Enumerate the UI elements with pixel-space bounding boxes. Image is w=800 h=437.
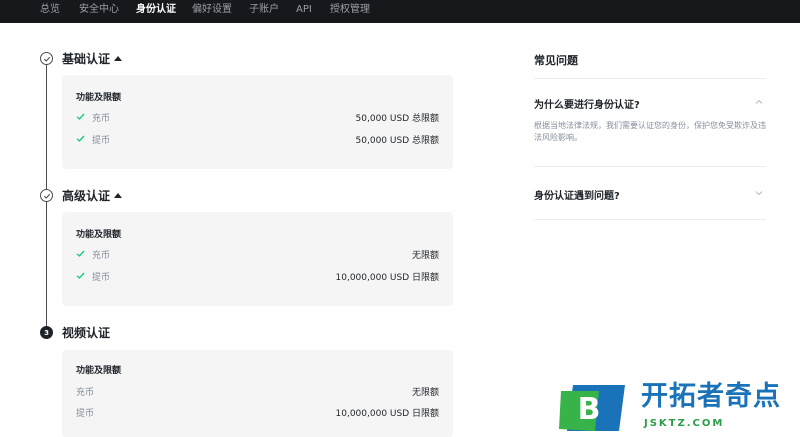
nav-item-security-center[interactable]: 安全中心: [79, 3, 119, 17]
check-icon: [76, 250, 85, 257]
step-number-badge: 3: [40, 326, 53, 339]
card-heading: 功能及限额: [76, 366, 122, 376]
nav-item-identity-verification[interactable]: 身份认证: [136, 3, 176, 17]
faq-question-why-verify[interactable]: 为什么要进行身份认证?: [534, 96, 640, 111]
faq-divider: [534, 78, 766, 79]
row-label-deposit: 充币: [92, 114, 111, 124]
check-icon: [76, 272, 85, 279]
faq-answer-why-verify: 根据当地法律法规，我们需要认证您的身份，保护您免受欺诈及违法风险影响。: [534, 121, 766, 142]
row-label-withdraw: 提币: [92, 136, 111, 146]
section-title-video: 视频认证: [62, 326, 111, 340]
faq-title: 常见问题: [534, 54, 578, 67]
section-title-basic: 基础认证: [62, 52, 111, 66]
card-heading: 功能及限额: [76, 230, 122, 240]
row-value-withdraw: 50,000 USD 总限额: [355, 136, 439, 146]
row-value-withdraw: 10,000,000 USD 日限额: [335, 273, 439, 283]
nav-item-api[interactable]: API: [296, 3, 312, 17]
section-title-advanced: 高级认证: [62, 189, 111, 203]
card-heading: 功能及限额: [76, 93, 122, 103]
chevron-down-icon[interactable]: [754, 188, 764, 198]
limits-card-basic: 功能及限额 充币 50,000 USD 总限额 提币 50,000 USD 总限…: [62, 75, 453, 169]
collapse-caret-icon[interactable]: [114, 193, 122, 198]
nav-item-sub-accounts[interactable]: 子账户: [249, 3, 279, 17]
chevron-up-icon[interactable]: [754, 97, 764, 107]
row-label-deposit: 充币: [92, 251, 111, 261]
row-label-withdraw: 提币: [76, 409, 95, 419]
step-complete-icon: [40, 52, 53, 65]
nav-item-authorization[interactable]: 授权管理: [330, 3, 370, 17]
row-value-withdraw: 10,000,000 USD 日限额: [335, 409, 439, 419]
step-complete-icon: [40, 189, 53, 202]
check-icon: [76, 113, 85, 120]
watermark-url: JSKTZ.COM: [644, 418, 725, 429]
faq-divider: [534, 166, 766, 167]
limits-card-advanced: 功能及限额 充币 无限额 提币 10,000,000 USD 日限额: [62, 212, 453, 306]
nav-item-preferences[interactable]: 偏好设置: [192, 3, 232, 17]
row-value-deposit: 50,000 USD 总限额: [355, 114, 439, 124]
check-icon: [76, 135, 85, 142]
faq-question-verification-issues[interactable]: 身份认证遇到问题?: [534, 187, 620, 202]
faq-divider: [534, 219, 766, 220]
top-nav-bar: 总览 安全中心 身份认证 偏好设置 子账户 API 授权管理: [0, 0, 800, 23]
watermark-logo: B: [559, 385, 625, 431]
row-value-deposit: 无限额: [411, 388, 439, 398]
watermark-name: 开拓者奇点: [641, 381, 781, 412]
collapse-caret-icon[interactable]: [114, 56, 122, 61]
limits-card-video: 功能及限额 充币 无限额 提币 10,000,000 USD 日限额: [62, 350, 453, 437]
row-label-withdraw: 提币: [92, 273, 111, 283]
row-label-deposit: 充币: [76, 388, 95, 398]
watermark-logo-letter: B: [578, 392, 601, 427]
nav-item-overview[interactable]: 总览: [40, 3, 60, 17]
row-value-deposit: 无限额: [411, 251, 439, 261]
